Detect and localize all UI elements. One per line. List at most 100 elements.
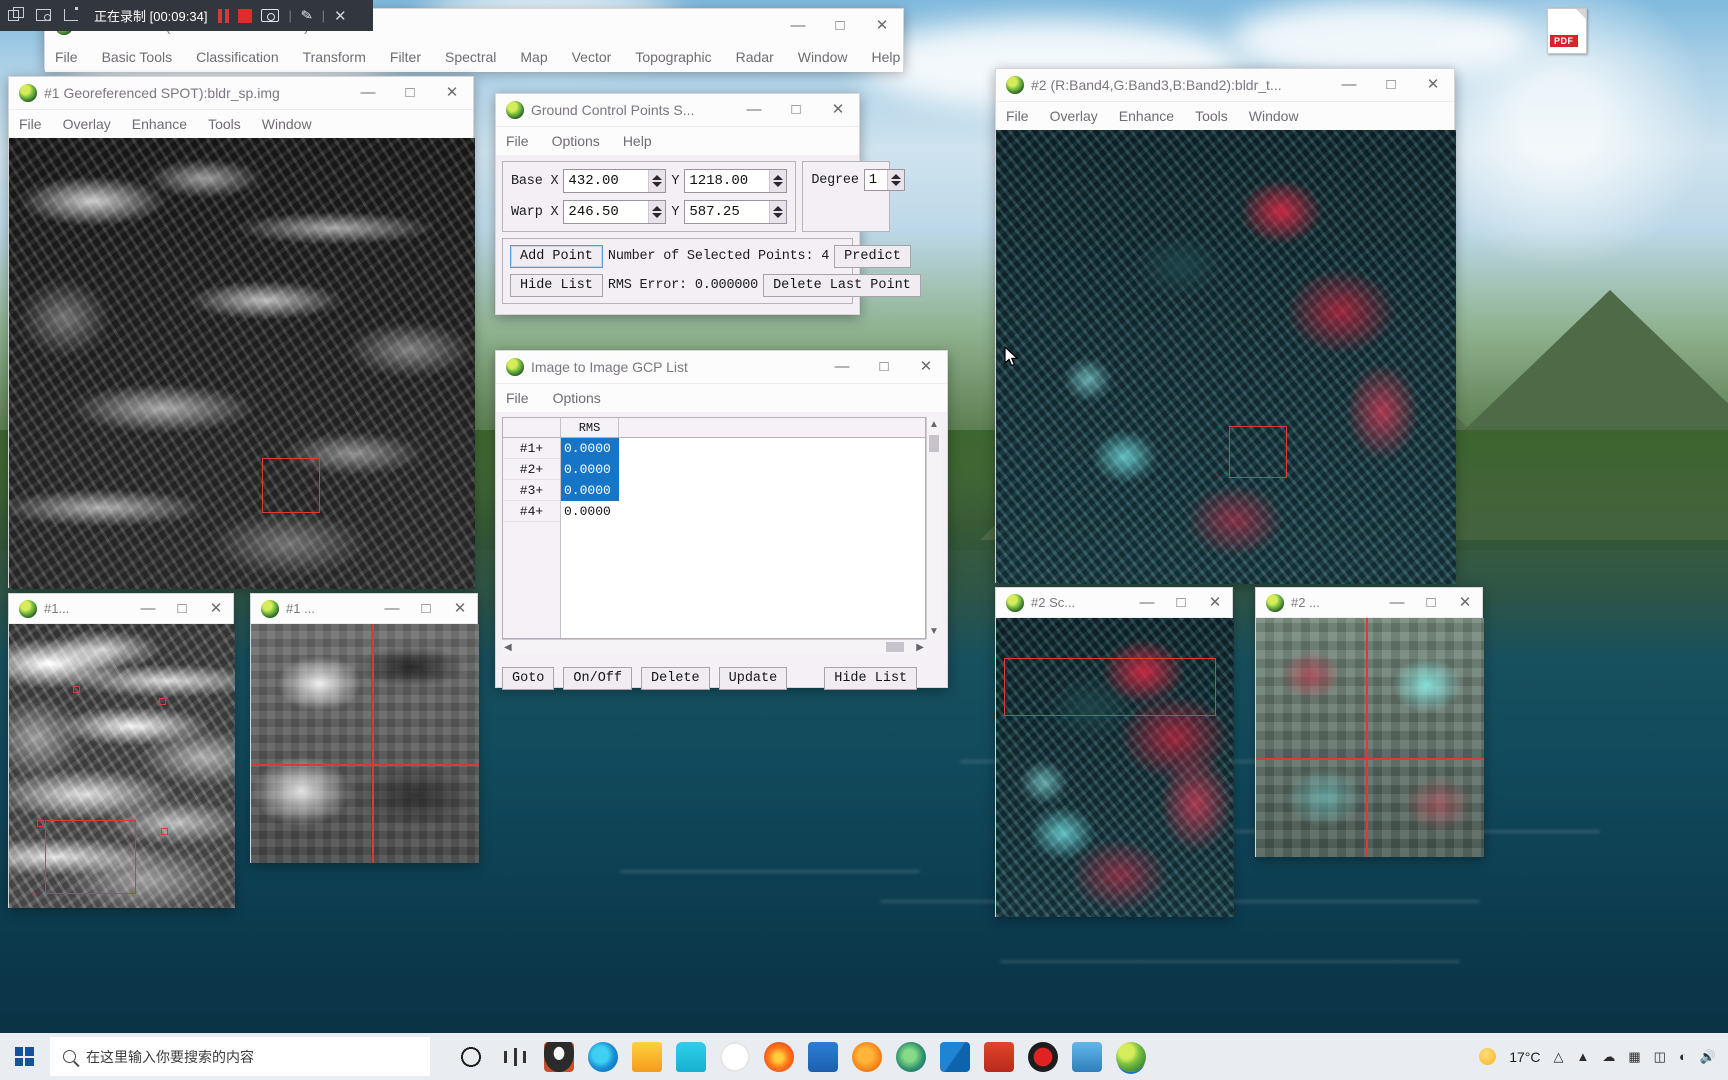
- menu-enhance[interactable]: Enhance: [132, 116, 187, 132]
- scroll-left-arrow[interactable]: ◀: [504, 642, 512, 653]
- maximize-button[interactable]: □: [165, 594, 199, 623]
- menu-classification[interactable]: Classification: [196, 49, 278, 65]
- mail-icon[interactable]: [1072, 1041, 1102, 1072]
- minimize-button[interactable]: —: [1380, 588, 1414, 617]
- maximize-button[interactable]: □: [1370, 69, 1412, 101]
- zoom1-titlebar[interactable]: #1 ... — □ ✕: [251, 594, 477, 624]
- degree-arrows[interactable]: [886, 170, 904, 190]
- scroll-down-arrow[interactable]: ▼: [927, 626, 941, 637]
- menu-file[interactable]: File: [1006, 108, 1029, 124]
- maximize-button[interactable]: □: [389, 77, 431, 109]
- table-row[interactable]: 0.0000: [561, 459, 925, 480]
- table-row[interactable]: 0.0000: [561, 501, 925, 522]
- menu-radar[interactable]: Radar: [736, 49, 774, 65]
- minimize-button[interactable]: —: [1328, 69, 1370, 101]
- scroll-view-box[interactable]: [45, 820, 136, 894]
- close-button[interactable]: ✕: [1448, 588, 1482, 617]
- camera-icon[interactable]: [261, 9, 280, 22]
- scroll2-image-canvas[interactable]: [996, 618, 1234, 917]
- display2-titlebar[interactable]: #2 (R:Band4,G:Band3,B:Band2):bldr_t... —…: [996, 69, 1454, 102]
- pdf-desktop-shortcut[interactable]: PDF: [1540, 8, 1594, 66]
- menu-window[interactable]: Window: [1249, 108, 1299, 124]
- network-icon[interactable]: ◐: [1679, 1049, 1687, 1064]
- menu-file[interactable]: File: [506, 133, 529, 149]
- scroll1-image-canvas[interactable]: [9, 624, 235, 908]
- zoom-region-box[interactable]: [1229, 426, 1287, 478]
- zoom-window-1[interactable]: #1 ... — □ ✕: [250, 593, 479, 863]
- vscode-icon[interactable]: [940, 1041, 970, 1072]
- minimize-button[interactable]: —: [777, 10, 819, 42]
- zoom-window-2[interactable]: #2 ... — □ ✕: [1255, 587, 1484, 857]
- firefox-icon[interactable]: [764, 1041, 794, 1072]
- scroll-window-2[interactable]: #2 Sc... — □ ✕: [995, 587, 1234, 917]
- gcp-selection-titlebar[interactable]: Ground Control Points S... — □ ✕: [496, 94, 859, 127]
- close-icon[interactable]: ✕: [334, 7, 347, 25]
- gcp-row-id[interactable]: #1+: [503, 438, 560, 459]
- hide-list-button[interactable]: Hide List: [510, 274, 603, 297]
- start-button[interactable]: [0, 1033, 48, 1080]
- degree-stepper[interactable]: [863, 169, 905, 191]
- zoom2-image-canvas[interactable]: [1256, 618, 1484, 857]
- minimize-button[interactable]: —: [821, 351, 863, 383]
- pause-icon[interactable]: [218, 8, 230, 23]
- warp-x-stepper[interactable]: [563, 200, 667, 224]
- gcp-list-horizontal-scrollbar[interactable]: ◀ ▶: [502, 639, 926, 654]
- zoom-region-box[interactable]: [262, 458, 320, 513]
- minimize-button[interactable]: —: [1130, 588, 1164, 617]
- close-button[interactable]: ✕: [1198, 588, 1232, 617]
- degree-input[interactable]: [864, 170, 887, 190]
- search-input[interactable]: 在这里输入你要搜索的内容: [50, 1037, 430, 1076]
- cortana-icon[interactable]: [456, 1041, 486, 1072]
- gcp-list-menubar[interactable]: File Options: [496, 384, 947, 412]
- scroll-thumb[interactable]: [886, 642, 904, 652]
- display1-image-canvas[interactable]: [9, 138, 475, 589]
- envi-icon[interactable]: [1116, 1041, 1146, 1072]
- penguin-icon[interactable]: [544, 1041, 574, 1072]
- warp-y-input[interactable]: [685, 201, 770, 223]
- system-tray[interactable]: 17°C △ ▲ ☁ ▦ ◫ ◐ 🔊: [1479, 1048, 1728, 1065]
- display1-menubar[interactable]: File Overlay Enhance Tools Window: [9, 110, 473, 138]
- usb-icon[interactable]: ▦: [1628, 1049, 1640, 1065]
- task-view-icon[interactable]: [500, 1041, 530, 1072]
- menu-vector[interactable]: Vector: [572, 49, 612, 65]
- robot-icon[interactable]: [676, 1041, 706, 1072]
- scroll-thumb[interactable]: [929, 435, 939, 452]
- search-app-icon[interactable]: [852, 1041, 882, 1072]
- minimize-button[interactable]: —: [347, 77, 389, 109]
- minimize-button[interactable]: —: [375, 594, 409, 623]
- display2-menubar[interactable]: File Overlay Enhance Tools Window: [996, 102, 1454, 130]
- gcp-list-vertical-scrollbar[interactable]: ▲ ▼: [926, 417, 941, 639]
- gcp-selection-menubar[interactable]: File Options Help: [496, 127, 859, 155]
- close-button[interactable]: ✕: [443, 594, 477, 623]
- menu-basic-tools[interactable]: Basic Tools: [102, 49, 173, 65]
- store-icon[interactable]: [632, 1041, 662, 1072]
- base-x-stepper[interactable]: [563, 169, 667, 193]
- menu-options[interactable]: Options: [553, 390, 601, 406]
- delete-last-point-button[interactable]: Delete Last Point: [763, 274, 921, 297]
- wps-icon[interactable]: [984, 1041, 1014, 1072]
- close-button[interactable]: ✕: [431, 77, 473, 109]
- volume-icon[interactable]: 🔊: [1700, 1049, 1716, 1065]
- minimize-button[interactable]: —: [131, 594, 165, 623]
- base-y-arrows[interactable]: [769, 170, 787, 192]
- display-window-2[interactable]: #2 (R:Band4,G:Band3,B:Band2):bldr_t... —…: [995, 68, 1456, 584]
- table-row[interactable]: 0.0000: [561, 438, 925, 459]
- menu-spectral[interactable]: Spectral: [445, 49, 496, 65]
- delete-button[interactable]: Delete: [641, 667, 710, 690]
- gcp-row-id[interactable]: #3+: [503, 480, 560, 501]
- menu-file[interactable]: File: [55, 49, 78, 65]
- menu-options[interactable]: Options: [552, 133, 600, 149]
- screen-recorder-toolbar[interactable]: 正在录制 [00:09:34] | ✎ | ✕: [0, 0, 373, 31]
- update-button[interactable]: Update: [718, 667, 788, 690]
- maximize-button[interactable]: □: [819, 10, 861, 42]
- scroll-window-1[interactable]: #1... — □ ✕: [8, 593, 235, 908]
- menu-transform[interactable]: Transform: [303, 49, 366, 65]
- display-window-1[interactable]: #1 Georeferenced SPOT):bldr_sp.img — □ ✕…: [8, 76, 475, 589]
- maximize-button[interactable]: □: [775, 94, 817, 126]
- hide-list-button[interactable]: Hide List: [824, 667, 918, 690]
- add-point-button[interactable]: Add Point: [510, 245, 603, 268]
- scroll-right-arrow[interactable]: ▶: [916, 642, 924, 653]
- maximize-button[interactable]: □: [409, 594, 443, 623]
- menu-topographic[interactable]: Topographic: [635, 49, 711, 65]
- menu-tools[interactable]: Tools: [208, 116, 241, 132]
